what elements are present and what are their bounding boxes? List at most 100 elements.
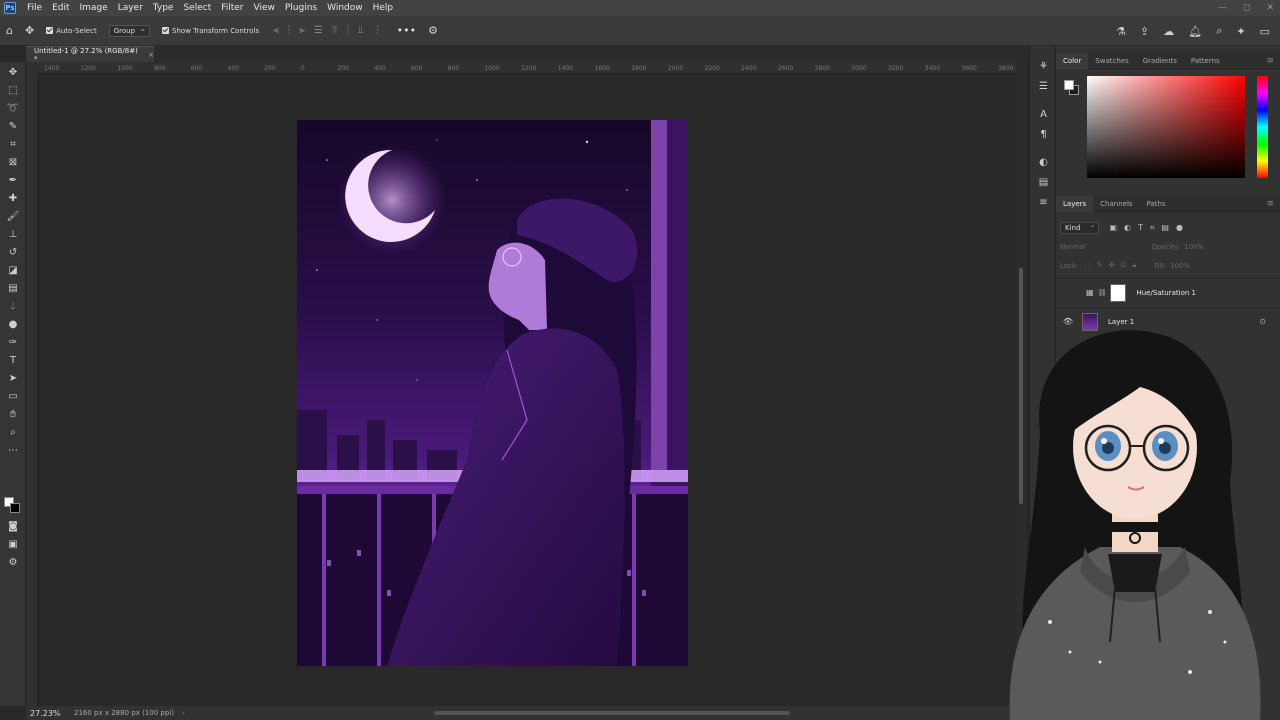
document-tab[interactable]: Untitled-1 @ 27.2% (RGB/8#) * ×: [26, 46, 154, 63]
transform-controls-checkbox[interactable]: Show Transform Controls: [162, 27, 259, 35]
quick-select-tool-icon[interactable]: ✎: [5, 120, 21, 134]
more-tools-icon[interactable]: ⋯: [5, 444, 21, 458]
menu-image[interactable]: Image: [75, 0, 113, 16]
frame-tool-icon[interactable]: ⊠: [5, 156, 21, 170]
screen-mode-icon[interactable]: ▣: [5, 538, 21, 552]
workspace-icon[interactable]: ▭: [1260, 25, 1270, 38]
menu-type[interactable]: Type: [148, 0, 179, 16]
libraries-icon[interactable]: ☰: [1037, 80, 1050, 93]
align-top-icon[interactable]: ⫪: [332, 25, 338, 36]
panel-menu-icon[interactable]: ≡: [1266, 56, 1274, 66]
layer-comps-icon[interactable]: ≡: [1037, 196, 1050, 209]
zoom-level[interactable]: 27.23%: [26, 709, 66, 718]
tab-layers[interactable]: Layers: [1056, 195, 1094, 212]
align-bottom-icon[interactable]: ⫫: [358, 25, 364, 36]
align-center-icon[interactable]: ⫶: [288, 25, 291, 36]
auto-select-checkbox[interactable]: Auto-Select: [46, 27, 97, 35]
layer-row[interactable]: ▦ ⛓︎ Hue/Saturation 1: [1056, 278, 1280, 306]
tab-paths[interactable]: Paths: [1140, 196, 1173, 212]
close-window-button[interactable]: ✕: [1266, 0, 1274, 16]
filter-shape-icon[interactable]: ⌗: [1150, 223, 1155, 233]
search-icon[interactable]: ⌕: [1216, 24, 1222, 38]
lock-icons[interactable]: ⬚✎✥⊡🔒︎: [1084, 261, 1142, 270]
blend-mode-dropdown[interactable]: Normal: [1060, 243, 1085, 251]
tab-channels[interactable]: Channels: [1093, 196, 1139, 212]
filter-adjustment-icon[interactable]: ◐: [1124, 223, 1131, 233]
eyedropper-tool-icon[interactable]: ✒: [5, 174, 21, 188]
brush-tool-icon[interactable]: 🖌︎: [5, 210, 21, 224]
auto-select-target-dropdown[interactable]: Group: [108, 24, 151, 37]
pen-tool-icon[interactable]: ✑: [5, 336, 21, 350]
layer-mask-thumbnail[interactable]: [1110, 283, 1127, 302]
align-right-icon[interactable]: ⫸: [299, 25, 305, 36]
hue-slider[interactable]: [1257, 76, 1268, 178]
properties-icon[interactable]: ▤: [1037, 176, 1050, 189]
menu-plugins[interactable]: Plugins: [280, 0, 322, 16]
menu-layer[interactable]: Layer: [113, 0, 148, 16]
color-wheel-icon[interactable]: ◐: [1037, 156, 1050, 169]
filter-pixel-icon[interactable]: ▣: [1109, 223, 1117, 233]
status-menu-arrow-icon[interactable]: ›: [182, 709, 185, 717]
opacity-value[interactable]: 100%: [1184, 243, 1204, 251]
generative-icon[interactable]: ⚙: [5, 556, 21, 570]
share-icon[interactable]: ⇪: [1140, 25, 1149, 38]
tab-gradients[interactable]: Gradients: [1136, 53, 1184, 69]
menu-help[interactable]: Help: [368, 0, 399, 16]
character-icon[interactable]: A: [1037, 108, 1050, 121]
hand-tool-icon[interactable]: ✋︎: [5, 408, 21, 422]
filter-kind-dropdown[interactable]: Kind: [1060, 221, 1100, 234]
learn-icon[interactable]: ⚗: [1116, 25, 1126, 38]
move-tool-icon[interactable]: ✥: [5, 66, 21, 80]
tab-swatches[interactable]: Swatches: [1088, 53, 1135, 69]
gear-icon[interactable]: ⚙: [428, 24, 438, 37]
move-tool-icon[interactable]: ✥: [25, 24, 34, 37]
tab-color[interactable]: Color: [1056, 52, 1089, 69]
menu-select[interactable]: Select: [178, 0, 216, 16]
align-left-icon[interactable]: ⫷: [273, 25, 279, 36]
color-picker-field[interactable]: [1087, 76, 1245, 178]
rectangle-tool-icon[interactable]: ▭: [5, 390, 21, 404]
menu-edit[interactable]: Edit: [47, 0, 74, 16]
eraser-tool-icon[interactable]: ◪: [5, 264, 21, 278]
distribute-vertical-icon[interactable]: ⋮: [373, 25, 383, 36]
more-options-button[interactable]: •••: [397, 24, 416, 37]
menu-view[interactable]: View: [249, 0, 280, 16]
canvas-area[interactable]: [38, 74, 1016, 706]
background-color-swatch[interactable]: [10, 503, 20, 513]
crop-tool-icon[interactable]: ⌗: [5, 138, 21, 152]
tab-patterns[interactable]: Patterns: [1184, 53, 1227, 69]
quick-mask-icon[interactable]: ◙: [5, 520, 21, 534]
zoom-tool-icon[interactable]: ⌕: [5, 426, 21, 440]
layer-name[interactable]: Hue/Saturation 1: [1136, 289, 1196, 297]
maximize-button[interactable]: ◻: [1243, 0, 1250, 16]
history-brush-icon[interactable]: ↺: [5, 246, 21, 260]
clone-stamp-icon[interactable]: ⊥: [5, 228, 21, 242]
fill-value[interactable]: 100%: [1170, 262, 1190, 270]
align-middle-icon[interactable]: ⫶: [347, 25, 350, 36]
filter-toggle-icon[interactable]: ●: [1176, 223, 1183, 233]
minimize-button[interactable]: —: [1218, 0, 1227, 16]
close-tab-button[interactable]: ×: [148, 51, 154, 59]
paragraph-icon[interactable]: ¶: [1037, 128, 1050, 141]
adjustments-icon[interactable]: ⚘: [1037, 60, 1050, 73]
home-icon[interactable]: ⌂: [6, 24, 13, 37]
marquee-tool-icon[interactable]: ⬚: [5, 84, 21, 98]
type-tool-icon[interactable]: T: [5, 354, 21, 368]
horizontal-scrollbar-thumb[interactable]: [434, 711, 790, 715]
menu-filter[interactable]: Filter: [216, 0, 248, 16]
path-select-icon[interactable]: ➤: [5, 372, 21, 386]
panel-menu-icon[interactable]: ≡: [1266, 199, 1274, 209]
filter-type-icon[interactable]: T: [1138, 223, 1143, 233]
cloud-icon[interactable]: ☁: [1163, 25, 1174, 38]
chain-link-icon[interactable]: ⛓︎: [1098, 289, 1107, 297]
blur-tool-icon[interactable]: 💧︎: [5, 300, 21, 314]
document-canvas[interactable]: [297, 120, 688, 666]
discover-icon[interactable]: ✦: [1236, 25, 1245, 38]
menu-file[interactable]: File: [22, 0, 47, 16]
filter-smart-object-icon[interactable]: ▤: [1161, 223, 1169, 233]
healing-brush-icon[interactable]: ✚: [5, 192, 21, 206]
lasso-tool-icon[interactable]: ➰: [5, 102, 21, 116]
notifications-icon[interactable]: 🔔︎: [1188, 25, 1202, 38]
distribute-icon[interactable]: ☰: [314, 25, 323, 36]
gradient-tool-icon[interactable]: ▤: [5, 282, 21, 296]
